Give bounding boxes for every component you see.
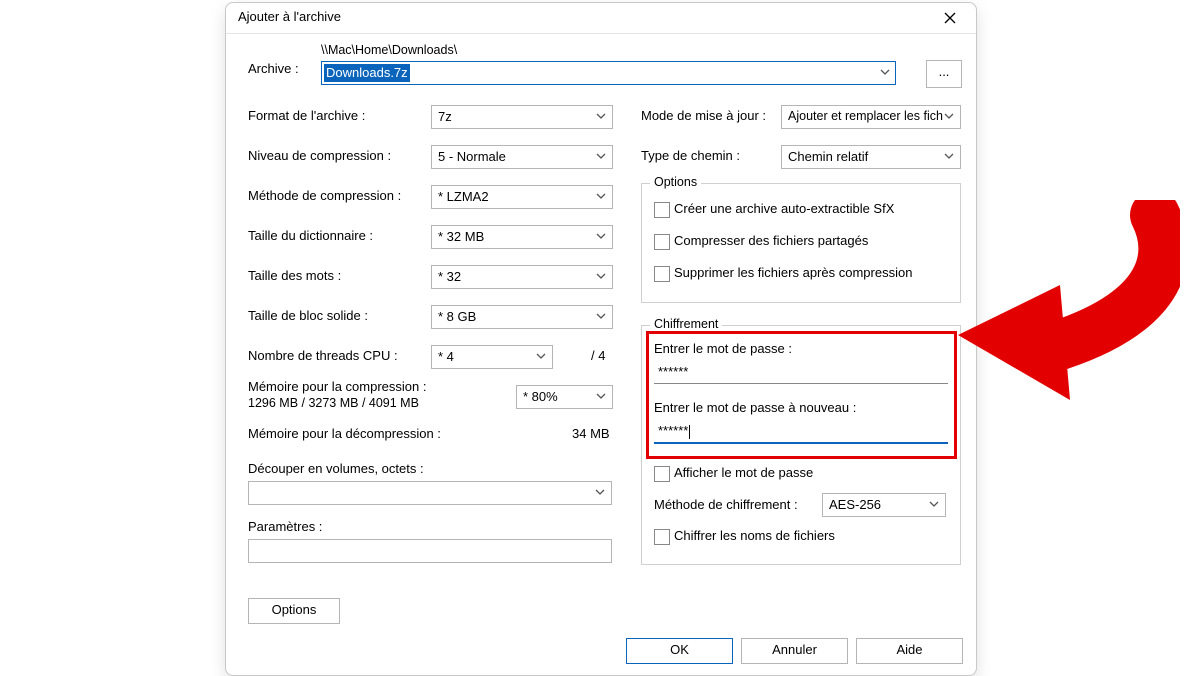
- params-input[interactable]: [248, 539, 612, 563]
- chevron-down-icon: [879, 66, 891, 81]
- annotation-red-box: [646, 331, 957, 459]
- chevron-down-icon: [928, 498, 940, 513]
- encmethod-label: Méthode de chiffrement :: [654, 497, 798, 512]
- titlebar: Ajouter à l'archive: [226, 3, 976, 34]
- showpw-label: Afficher le mot de passe: [674, 465, 813, 480]
- level-combo[interactable]: 5 - Normale: [431, 145, 613, 169]
- dialog-window: Ajouter à l'archive Archive : \\Mac\Home…: [225, 2, 977, 676]
- method-combo[interactable]: * LZMA2: [431, 185, 613, 209]
- archive-filename-selected: Downloads.7z: [324, 64, 410, 82]
- sfx-checkbox[interactable]: [654, 202, 670, 218]
- threads-combo[interactable]: * 4: [431, 345, 553, 369]
- update-combo[interactable]: Ajouter et remplacer les fich: [781, 105, 961, 129]
- update-label: Mode de mise à jour :: [641, 108, 766, 123]
- encryption-legend: Chiffrement: [650, 317, 722, 331]
- memcomp-label: Mémoire pour la compression :: [248, 379, 426, 394]
- memdecomp-label: Mémoire pour la décompression :: [248, 426, 441, 441]
- annotation-arrow-icon: [940, 200, 1180, 400]
- chevron-down-icon: [595, 150, 607, 165]
- dict-combo[interactable]: * 32 MB: [431, 225, 613, 249]
- params-label: Paramètres :: [248, 519, 322, 534]
- close-button[interactable]: [930, 6, 970, 30]
- encmethod-combo[interactable]: AES-256: [822, 493, 946, 517]
- window-title: Ajouter à l'archive: [238, 9, 341, 24]
- ok-button[interactable]: OK: [626, 638, 733, 664]
- archive-name-combo[interactable]: Downloads.7z: [321, 61, 896, 85]
- shared-checkbox[interactable]: [654, 234, 670, 250]
- delete-label: Supprimer les fichiers après compression: [674, 265, 912, 280]
- split-combo[interactable]: [248, 481, 612, 505]
- pathmode-combo[interactable]: Chemin relatif: [781, 145, 961, 169]
- memcomp-meta: 1296 MB / 3273 MB / 4091 MB: [248, 396, 419, 410]
- chevron-down-icon: [595, 190, 607, 205]
- word-label: Taille des mots :: [248, 268, 341, 283]
- word-combo[interactable]: * 32: [431, 265, 613, 289]
- shared-label: Compresser des fichiers partagés: [674, 233, 868, 248]
- pathmode-label: Type de chemin :: [641, 148, 740, 163]
- split-label: Découper en volumes, octets :: [248, 461, 424, 476]
- options-button[interactable]: Options: [248, 598, 340, 624]
- options-legend: Options: [650, 175, 701, 189]
- archive-label: Archive :: [248, 61, 299, 76]
- chevron-down-icon: [595, 230, 607, 245]
- block-label: Taille de bloc solide :: [248, 308, 368, 323]
- encnames-label: Chiffrer les noms de fichiers: [674, 528, 835, 543]
- showpw-checkbox[interactable]: [654, 466, 670, 482]
- method-label: Méthode de compression :: [248, 188, 401, 203]
- memdecomp-value: 34 MB: [572, 426, 610, 441]
- chevron-down-icon: [595, 390, 607, 405]
- chevron-down-icon: [594, 486, 606, 501]
- format-label: Format de l'archive :: [248, 108, 365, 123]
- chevron-down-icon: [943, 110, 955, 125]
- close-icon: [944, 12, 956, 24]
- level-label: Niveau de compression :: [248, 148, 391, 163]
- encnames-checkbox[interactable]: [654, 529, 670, 545]
- chevron-down-icon: [943, 150, 955, 165]
- chevron-down-icon: [535, 350, 547, 365]
- delete-checkbox[interactable]: [654, 266, 670, 282]
- archive-path: \\Mac\Home\Downloads\: [321, 43, 457, 57]
- sfx-label: Créer une archive auto-extractible SfX: [674, 201, 894, 216]
- chevron-down-icon: [595, 270, 607, 285]
- help-button[interactable]: Aide: [856, 638, 963, 664]
- dict-label: Taille du dictionnaire :: [248, 228, 373, 243]
- threads-label: Nombre de threads CPU :: [248, 348, 398, 363]
- format-combo[interactable]: 7z: [431, 105, 613, 129]
- block-combo[interactable]: * 8 GB: [431, 305, 613, 329]
- cancel-button[interactable]: Annuler: [741, 638, 848, 664]
- chevron-down-icon: [595, 110, 607, 125]
- options-group: Options Créer une archive auto-extractib…: [641, 183, 961, 303]
- memcomp-combo[interactable]: * 80%: [516, 385, 613, 409]
- threads-max: / 4: [591, 348, 605, 363]
- chevron-down-icon: [595, 310, 607, 325]
- browse-button[interactable]: ...: [926, 60, 962, 88]
